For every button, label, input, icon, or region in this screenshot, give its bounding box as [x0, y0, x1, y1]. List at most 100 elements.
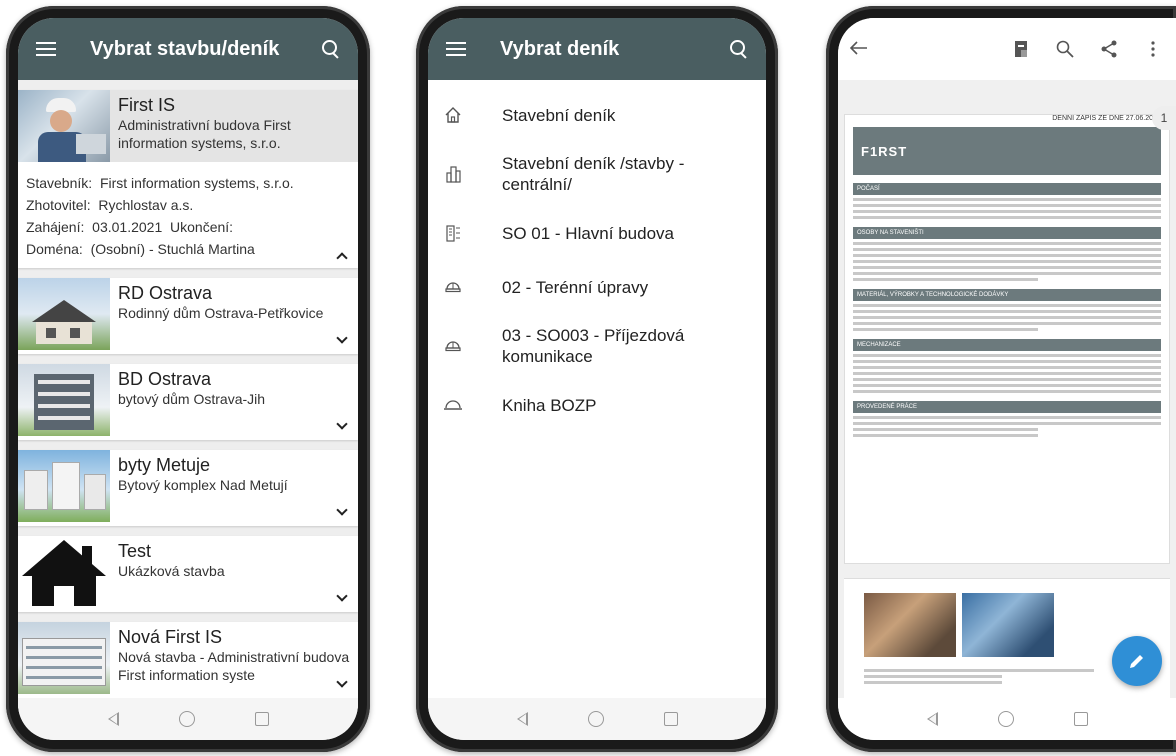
pdf-section-title: MECHANIZACE	[853, 339, 1161, 351]
card-title: BD Ostrava	[118, 369, 212, 389]
app-bar: Vybrat stavbu/deník	[18, 18, 358, 80]
label-domena: Doména:	[26, 241, 83, 257]
back-nav-icon[interactable]	[516, 712, 528, 726]
card-subtitle: bytový dům Ostrava-Jih	[118, 391, 266, 407]
diary-label: Stavební deník	[502, 105, 616, 125]
card-subtitle: Ukázková stavba	[118, 563, 225, 579]
home-nav-icon[interactable]	[178, 711, 195, 727]
search-icon[interactable]	[730, 40, 748, 58]
diary-item[interactable]: Stavební deník /stavby - centrální/	[428, 142, 766, 206]
pdf-section-rows	[853, 416, 1161, 437]
label-ukonceni: Ukončení:	[170, 219, 234, 235]
system-nav-bar	[838, 698, 1176, 740]
home-nav-icon[interactable]	[587, 711, 604, 727]
diary-label: 03 - SO003 - Příjezdová komunikace	[502, 326, 685, 366]
diary-item[interactable]: Kniha BOZP	[428, 378, 766, 432]
search-icon[interactable]	[322, 40, 340, 58]
pdf-section-rows	[853, 198, 1161, 219]
search-icon[interactable]	[1054, 38, 1076, 60]
pdf-section-rows	[853, 242, 1161, 281]
menu-icon[interactable]	[36, 42, 56, 56]
share-icon[interactable]	[1098, 38, 1120, 60]
card-details: Stavebník: First information systems, s.…	[18, 162, 358, 268]
helmet-icon	[442, 335, 464, 357]
label-zhotovitel: Zhotovitel:	[26, 197, 91, 213]
system-nav-bar	[428, 698, 766, 740]
more-vert-icon[interactable]	[1142, 38, 1164, 60]
construction-card[interactable]: RD Ostrava Rodinný dům Ostrava-Petřkovic…	[18, 278, 358, 354]
recents-nav-icon[interactable]	[254, 712, 269, 726]
pdf-date: DENNÍ ZÁPIS ZE DNE 27.06.20	[1052, 115, 1153, 122]
house-thumbnail	[18, 278, 110, 350]
page-title: Vybrat deník	[500, 37, 620, 60]
construction-card[interactable]: Test Ukázková stavba	[18, 536, 358, 612]
pdf-header: DENNÍ ZÁPIS ZE DNE 27.06.20 F1RST	[853, 115, 1161, 175]
card-subtitle: Rodinný dům Ostrava-Petřkovice	[118, 305, 324, 321]
menu-icon[interactable]	[446, 42, 466, 56]
value-zahajeni: 03.01.2021	[92, 219, 163, 235]
pdf-section-title: POČASÍ	[853, 183, 1161, 195]
page-title: Vybrat stavbu/deník	[90, 37, 280, 60]
construction-card[interactable]: byty Metuje Bytový komplex Nad Metují	[18, 450, 358, 526]
construction-card-first-is[interactable]: First IS Administrativní budova First in…	[18, 90, 358, 268]
value-stavebnik: First information systems, s.r.o.	[99, 175, 294, 191]
pdf-page[interactable]: DENNÍ ZÁPIS ZE DNE 27.06.20 F1RST POČASÍ…	[844, 114, 1170, 564]
pdf-section-rows	[853, 304, 1161, 331]
value-zhotovitel: Rychlostav a.s.	[98, 197, 194, 213]
complex-thumbnail	[18, 450, 110, 522]
diary-label: Stavební deník /stavby - centrální/	[502, 154, 685, 194]
pdf-section-title: PROVEDENÉ PRÁCE	[853, 401, 1161, 413]
construction-card[interactable]: Nová First IS Nová stavba - Administrati…	[18, 622, 358, 698]
diary-label: Kniha BOZP	[502, 395, 597, 415]
diary-item[interactable]: SO 01 - Hlavní budova	[428, 206, 766, 260]
phone-frame-right: DENNÍ ZÁPIS ZE DNE 27.06.20 F1RST POČASÍ…	[826, 6, 1176, 752]
card-title: Test	[118, 541, 152, 561]
screen-select-construction: Vybrat stavbu/deník First IS Administrat…	[18, 18, 358, 740]
document-icon[interactable]	[1010, 38, 1032, 60]
pdf-logo: F1RST	[861, 143, 908, 159]
site-photo	[962, 593, 1054, 657]
recents-nav-icon[interactable]	[1073, 712, 1088, 726]
phone-frame-left: Vybrat stavbu/deník First IS Administrat…	[6, 6, 370, 752]
card-subtitle: Administrativní budova First information…	[118, 117, 291, 151]
diary-list: Stavební deník Stavební deník /stavby - …	[428, 80, 766, 432]
construction-list: First IS Administrativní budova First in…	[18, 80, 358, 708]
back-nav-icon[interactable]	[926, 712, 938, 726]
card-title: First IS	[118, 95, 175, 115]
pdf-section-rows	[853, 354, 1161, 393]
diary-item[interactable]: 03 - SO003 - Příjezdová komunikace	[428, 314, 766, 378]
house-icon	[18, 536, 110, 608]
apartment-thumbnail	[18, 364, 110, 436]
buildings-icon	[442, 163, 464, 185]
pdf-section-title: MATERIÁL, VÝROBKY A TECHNOLOGICKÉ DODÁVK…	[853, 289, 1161, 301]
phone-frame-middle: Vybrat deník Stavební deník Stavební den…	[416, 6, 778, 752]
label-zahajeni: Zahájení:	[26, 219, 85, 235]
card-subtitle: Bytový komplex Nad Metují	[118, 477, 288, 493]
page-number-badge: 1	[1152, 106, 1176, 130]
edit-fab[interactable]	[1112, 636, 1162, 686]
home-nav-icon[interactable]	[997, 711, 1014, 727]
card-title: RD Ostrava	[118, 283, 213, 303]
system-nav-bar	[18, 698, 358, 740]
photo-caption-rows	[864, 669, 1094, 687]
app-bar: Vybrat deník	[428, 18, 766, 80]
diary-label: SO 01 - Hlavní budova	[502, 223, 674, 243]
home-icon	[442, 104, 464, 126]
hardhat-icon	[442, 394, 464, 416]
pdf-section-title: OSOBY NA STAVENIŠTI	[853, 227, 1161, 239]
diary-item[interactable]: Stavební deník	[428, 88, 766, 142]
building-floors-icon	[442, 222, 464, 244]
label-stavebnik: Stavebník:	[26, 175, 93, 191]
recents-nav-icon[interactable]	[663, 712, 678, 726]
card-title: byty Metuje	[118, 455, 211, 475]
value-domena: (Osobní) - Stuchlá Martina	[90, 241, 255, 257]
back-nav-icon[interactable]	[107, 712, 119, 726]
screen-pdf-viewer: DENNÍ ZÁPIS ZE DNE 27.06.20 F1RST POČASÍ…	[838, 18, 1176, 740]
helmet-icon	[442, 276, 464, 298]
diary-label: 02 - Terénní úpravy	[502, 277, 649, 297]
construction-card[interactable]: BD Ostrava bytový dům Ostrava-Jih	[18, 364, 358, 440]
card-subtitle: Nová stavba - Administrativní budova Fir…	[118, 649, 350, 683]
diary-item[interactable]: 02 - Terénní úpravy	[428, 260, 766, 314]
card-title: Nová First IS	[118, 627, 223, 647]
arrow-left-icon[interactable]	[849, 38, 880, 61]
